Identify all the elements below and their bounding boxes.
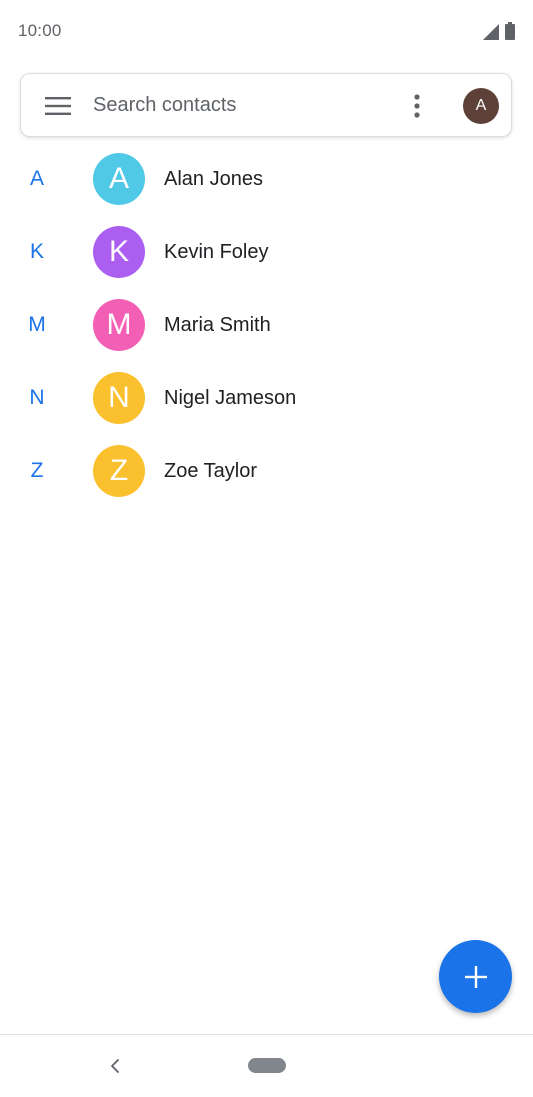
contact-avatar: K (93, 226, 145, 278)
section-letter: A (29, 167, 44, 190)
search-bar: Search contacts A (20, 73, 512, 137)
contact-initial: K (108, 235, 129, 268)
contact-name: Nigel Jameson (164, 387, 297, 409)
account-avatar[interactable]: A (463, 88, 499, 124)
contact-row[interactable]: N N Nigel Jameson (0, 362, 533, 435)
menu-icon[interactable] (45, 96, 71, 116)
contact-initial: Z (109, 454, 129, 487)
section-letter: Z (30, 459, 44, 482)
back-chevron-icon[interactable] (106, 1057, 124, 1075)
contact-avatar: A (93, 153, 145, 205)
add-contact-button[interactable] (439, 940, 512, 1013)
contact-avatar: M (93, 299, 145, 351)
navigation-bar (0, 1034, 533, 1097)
search-input[interactable]: Search contacts (93, 94, 236, 117)
section-letter: N (29, 386, 45, 409)
contact-initial: N (108, 381, 130, 414)
status-time: 10:00 (18, 21, 62, 40)
status-bar: 10:00 (0, 0, 533, 64)
contact-row[interactable]: Z Z Zoe Taylor (0, 435, 533, 508)
signal-icon (483, 24, 499, 40)
battery-icon (505, 22, 515, 40)
contact-row[interactable]: K K Kevin Foley (0, 216, 533, 289)
contact-avatar: Z (93, 445, 145, 497)
contact-name: Zoe Taylor (164, 460, 258, 482)
contact-name: Alan Jones (164, 168, 263, 190)
section-letter: M (28, 313, 46, 336)
more-vert-icon[interactable] (405, 92, 429, 120)
account-initial: A (475, 97, 487, 114)
home-pill-icon[interactable] (248, 1058, 286, 1073)
contact-list: A A Alan Jones K K Kevin Foley M M Maria Smith N N… (0, 143, 533, 508)
contact-initial: A (108, 162, 129, 195)
contact-row[interactable]: A A Alan Jones (0, 143, 533, 216)
contact-avatar: N (93, 372, 145, 424)
contact-name: Maria Smith (164, 314, 271, 336)
status-icons (483, 22, 515, 40)
plus-icon (464, 965, 487, 988)
contact-name: Kevin Foley (164, 241, 269, 263)
contact-row[interactable]: M M Maria Smith (0, 289, 533, 362)
section-letter: K (29, 240, 44, 263)
contact-initial: M (106, 308, 132, 341)
